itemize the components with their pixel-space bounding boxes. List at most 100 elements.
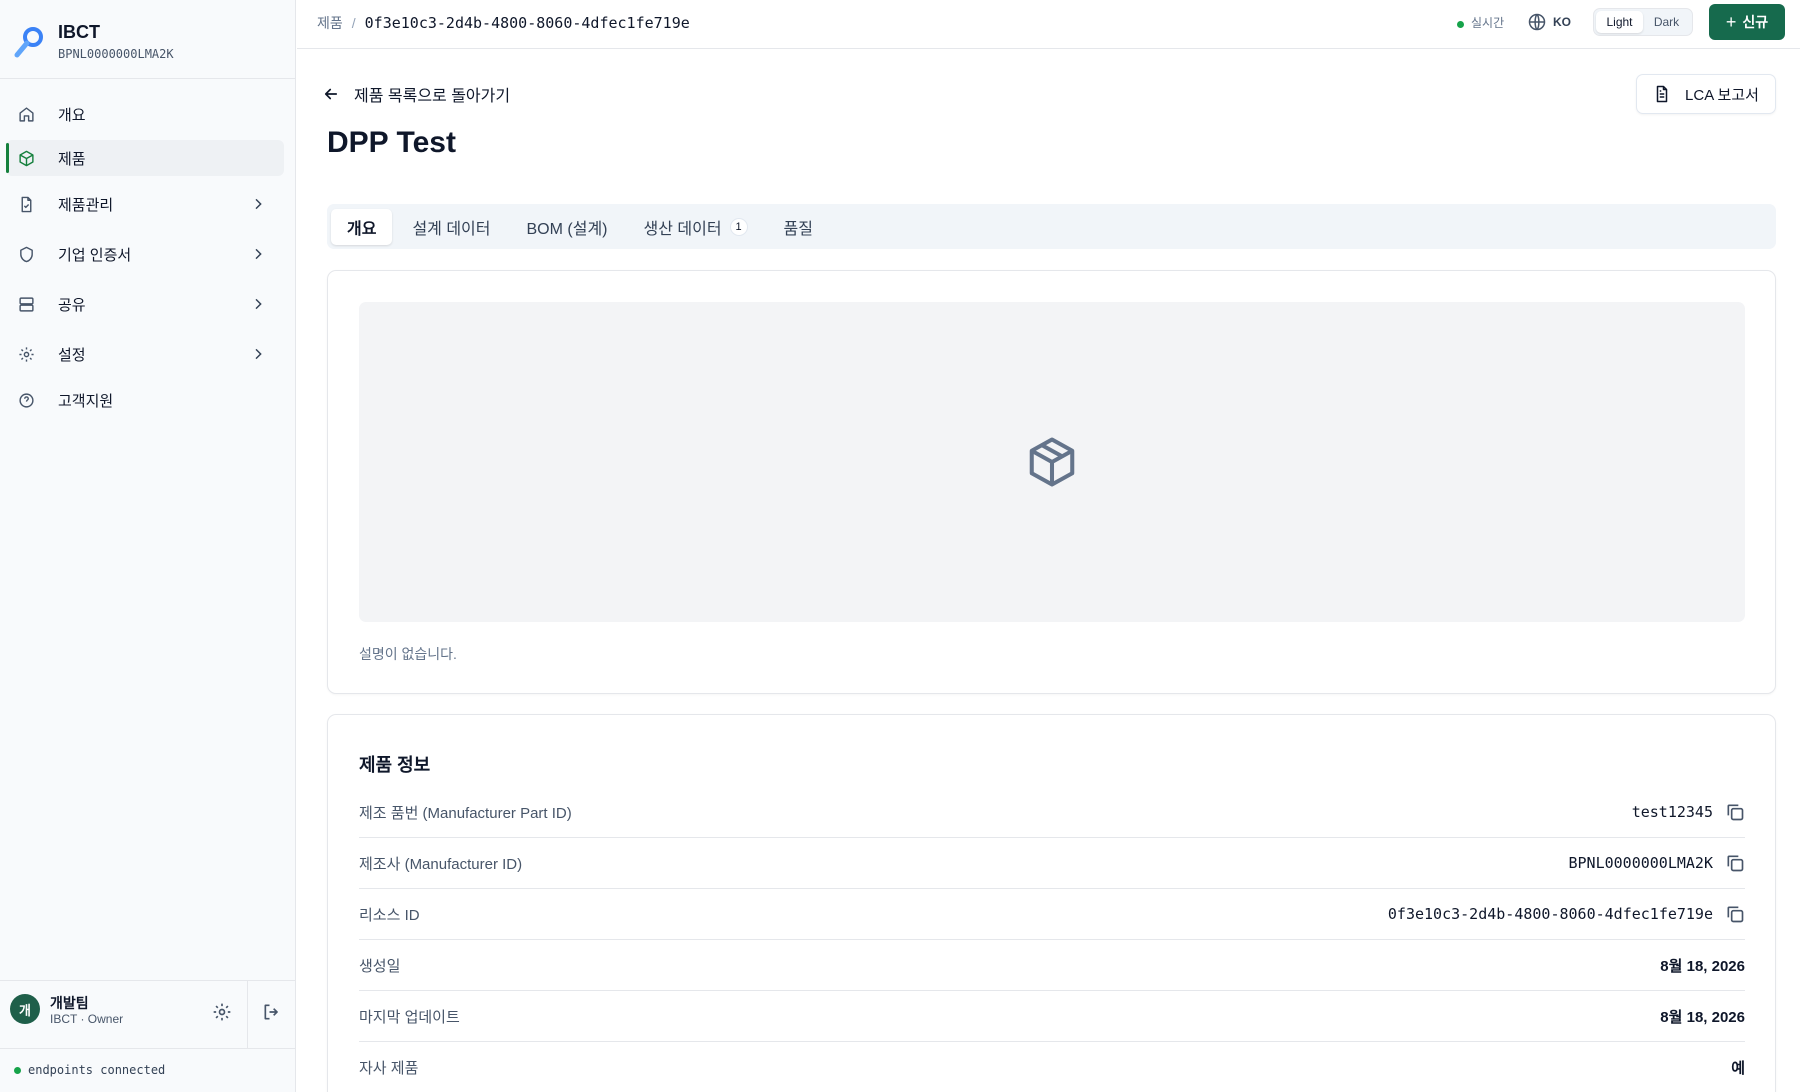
gear-icon (16, 344, 36, 364)
info-row: 제조 품번 (Manufacturer Part ID) test12345 (359, 787, 1745, 838)
sidebar-item-sharing[interactable]: 공유 (6, 286, 284, 322)
description-text: 설명이 없습니다. (359, 646, 457, 662)
user-role: IBCT · Owner (50, 1012, 124, 1026)
brand-id: BPNL0000000LMA2K (58, 47, 174, 61)
info-key: 리소스 ID (359, 906, 420, 924)
copy-icon[interactable] (1725, 802, 1745, 822)
info-key: 제조사 (Manufacturer ID) (359, 855, 523, 873)
brand-name: IBCT (58, 22, 100, 42)
info-key: 자사 제품 (359, 1059, 419, 1077)
sidebar-item-settings[interactable]: 설정 (6, 336, 284, 372)
sidebar-item-label: 설정 (58, 346, 86, 364)
language-selector[interactable]: KO (1527, 12, 1571, 32)
tab-quality[interactable]: 품질 (768, 209, 829, 245)
info-row: 리소스 ID 0f3e10c3-2d4b-4800-8060-4dfec1fe7… (359, 889, 1745, 940)
tab-design-data[interactable]: 설계 데이터 (396, 209, 506, 245)
count-badge: 1 (729, 217, 748, 236)
info-value-text: BPNL0000000LMA2K (1568, 854, 1714, 872)
info-row: 마지막 업데이트 8월 18, 2026 (359, 991, 1745, 1042)
server-icon (16, 294, 36, 314)
connection-label: endpoints connected (28, 1063, 166, 1077)
globe-icon (1528, 13, 1546, 31)
info-row: 제조사 (Manufacturer ID) BPNL0000000LMA2K (359, 838, 1745, 889)
file-check-icon (16, 194, 36, 214)
theme-dark-button[interactable]: Dark (1643, 11, 1690, 33)
product-info-card: 제품 정보 제조 품번 (Manufacturer Part ID) test1… (327, 714, 1776, 1092)
info-key: 제조 품번 (Manufacturer Part ID) (359, 804, 572, 822)
info-row: 자사 제품 예 (359, 1042, 1745, 1092)
breadcrumb: 제품 / 0f3e10c3-2d4b-4800-8060-4dfec1fe719… (317, 13, 690, 33)
package-icon (1029, 437, 1075, 487)
chevron-right-icon (255, 298, 262, 310)
sidebar-item-products[interactable]: 제품 (6, 140, 284, 176)
shield-icon (16, 244, 36, 264)
live-indicator: 실시간 (1457, 14, 1504, 31)
chevron-right-icon (255, 348, 262, 360)
theme-light-button[interactable]: Light (1596, 11, 1643, 33)
info-value: 0f3e10c3-2d4b-4800-8060-4dfec1fe719e (1388, 904, 1745, 924)
plus-icon: + (1725, 11, 1737, 32)
sidebar-item-overview[interactable]: 개요 (6, 96, 284, 132)
arrow-left-icon (324, 88, 338, 100)
help-circle-icon (16, 390, 36, 410)
language-label: KO (1553, 15, 1571, 29)
live-label: 실시간 (1471, 16, 1505, 30)
status-dot (14, 1067, 21, 1074)
info-value: 8월 18, 2026 (1660, 957, 1745, 975)
info-key: 마지막 업데이트 (359, 1008, 460, 1026)
gear-icon[interactable] (212, 1002, 232, 1022)
cube-icon (16, 148, 36, 168)
chevron-right-icon (255, 248, 262, 260)
section-title: 제품 정보 (359, 755, 431, 775)
lca-report-button[interactable]: LCA 보고서 (1636, 74, 1776, 114)
home-icon (16, 104, 36, 124)
tab-label: 생산 데이터 (643, 220, 722, 238)
back-to-list-link[interactable]: 제품 목록으로 돌아가기 (322, 82, 510, 106)
divider (247, 981, 248, 1049)
chevron-right-icon (255, 198, 262, 210)
brand-header: IBCT BPNL0000000LMA2K (0, 0, 296, 79)
tab-bar: 개요 설계 데이터 BOM (설계) 생산 데이터 1 품질 (327, 204, 1776, 249)
breadcrumb-separator: / (351, 15, 356, 31)
sidebar-item-label: 제품 (58, 150, 86, 168)
copy-icon[interactable] (1725, 904, 1745, 924)
tab-overview[interactable]: 개요 (331, 208, 393, 245)
sidebar-item-label: 제품관리 (58, 196, 114, 214)
info-row: 생성일 8월 18, 2026 (359, 940, 1745, 991)
info-value: 예 (1731, 1059, 1745, 1077)
tab-production-data[interactable]: 생산 데이터 1 (628, 209, 764, 245)
sidebar-item-label: 고객지원 (58, 392, 114, 410)
sidebar-item-label: 공유 (58, 296, 86, 314)
sidebar-item-certificates[interactable]: 기업 인증서 (6, 236, 284, 272)
sidebar-item-label: 기업 인증서 (58, 246, 132, 264)
status-dot (1457, 21, 1464, 28)
sidebar-item-product-management[interactable]: 제품관리 (6, 186, 284, 222)
info-value: 8월 18, 2026 (1660, 1008, 1745, 1026)
logo-icon (14, 27, 43, 58)
info-value: test12345 (1632, 802, 1745, 822)
tab-bom[interactable]: BOM (설계) (511, 209, 624, 245)
sidebar: IBCT BPNL0000000LMA2K 개요 제품 제품관리 기업 인증서 … (0, 0, 296, 1092)
sidebar-item-label: 개요 (58, 106, 86, 124)
topbar: 제품 / 0f3e10c3-2d4b-4800-8060-4dfec1fe719… (297, 0, 1800, 49)
avatar[interactable]: 개 (10, 994, 40, 1024)
document-icon (1656, 85, 1668, 103)
info-value-text: test12345 (1631, 803, 1713, 821)
new-button[interactable]: + 신규 (1709, 4, 1785, 40)
info-value-text: 0f3e10c3-2d4b-4800-8060-4dfec1fe719e (1387, 905, 1713, 923)
info-key: 생성일 (359, 957, 401, 975)
logout-icon[interactable] (262, 1002, 282, 1022)
page-title: DPP Test (327, 126, 456, 159)
product-image-placeholder (359, 302, 1745, 622)
new-button-label: 신규 (1742, 14, 1769, 30)
back-label: 제품 목록으로 돌아가기 (354, 88, 511, 105)
info-value: BPNL0000000LMA2K (1569, 853, 1746, 873)
user-panel: 개 개발팀 IBCT · Owner (0, 980, 296, 1049)
breadcrumb-root[interactable]: 제품 (317, 13, 343, 33)
connection-status: endpoints connected (0, 1048, 296, 1092)
copy-icon[interactable] (1725, 853, 1745, 873)
theme-toggle: Light Dark (1593, 8, 1693, 36)
breadcrumb-current: 0f3e10c3-2d4b-4800-8060-4dfec1fe719e (364, 14, 690, 32)
user-name: 개발팀 (50, 995, 89, 1011)
sidebar-item-support[interactable]: 고객지원 (6, 382, 284, 418)
